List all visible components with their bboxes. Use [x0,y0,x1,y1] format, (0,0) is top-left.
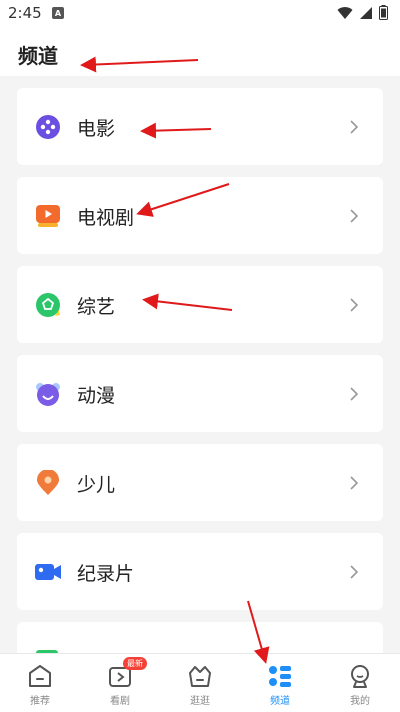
profile-icon [351,665,369,688]
channel-item-variety[interactable]: 综艺 [17,266,383,343]
tab-label: 看剧 [110,696,130,707]
tab-watch[interactable]: 最新 看剧 [80,654,160,712]
home-icon [29,665,51,687]
page-title: 频道 [18,44,58,68]
channel-item-movie[interactable]: 电影 [17,88,383,165]
variety-star-icon [36,293,60,317]
page-header: 频道 [0,28,400,76]
chevron-right-icon [350,476,359,490]
chevron-right-icon [350,565,359,579]
tv-play-icon [36,205,60,227]
tab-label: 我的 [350,696,370,707]
tab-label: 频道 [270,696,290,707]
channel-list: 电影 电视剧 综艺 动漫 少儿 纪录片 [17,88,383,711]
chevron-right-icon [350,298,359,312]
channel-label: 动漫 [77,385,116,407]
chevron-right-icon [350,387,359,401]
status-icons [337,5,388,20]
channel-label: 纪录片 [77,563,135,585]
new-badge: 最新 [123,657,147,670]
channel-label: 少儿 [77,474,116,496]
chevron-right-icon [350,209,359,223]
tab-label: 逛逛 [190,696,210,707]
status-bar: 2:45 A [0,0,400,28]
tab-browse[interactable]: 逛逛 [160,654,240,712]
documentary-camera-icon [35,564,61,580]
channel-label: 综艺 [77,296,116,318]
wifi-icon [337,6,353,19]
kids-location-icon [37,470,59,495]
tab-recommend[interactable]: 推荐 [0,654,80,712]
tab-mine[interactable]: 我的 [320,654,400,712]
tab-channel[interactable]: 频道 [240,654,320,712]
notification-icon: A [52,7,64,19]
channel-label: 电视剧 [77,207,135,229]
cell-signal-icon [360,6,372,19]
tab-icon-wrap: 最新 [107,657,147,689]
channel-item-kids[interactable]: 少儿 [17,444,383,521]
battery-icon [379,5,388,20]
channel-label: 电影 [77,118,116,140]
chevron-right-icon [350,120,359,134]
anime-bear-icon [36,383,60,406]
movie-reel-icon [36,115,60,139]
status-time: 2:45 [8,4,42,22]
bottom-tab-bar: 推荐 最新 看剧 逛逛 频道 我的 [0,653,400,712]
channel-grid-icon [269,666,291,687]
tab-label: 推荐 [30,696,50,707]
basket-icon [189,666,211,687]
channel-item-documentary[interactable]: 纪录片 [17,533,383,610]
channel-item-tv-series[interactable]: 电视剧 [17,177,383,254]
channel-item-anime[interactable]: 动漫 [17,355,383,432]
